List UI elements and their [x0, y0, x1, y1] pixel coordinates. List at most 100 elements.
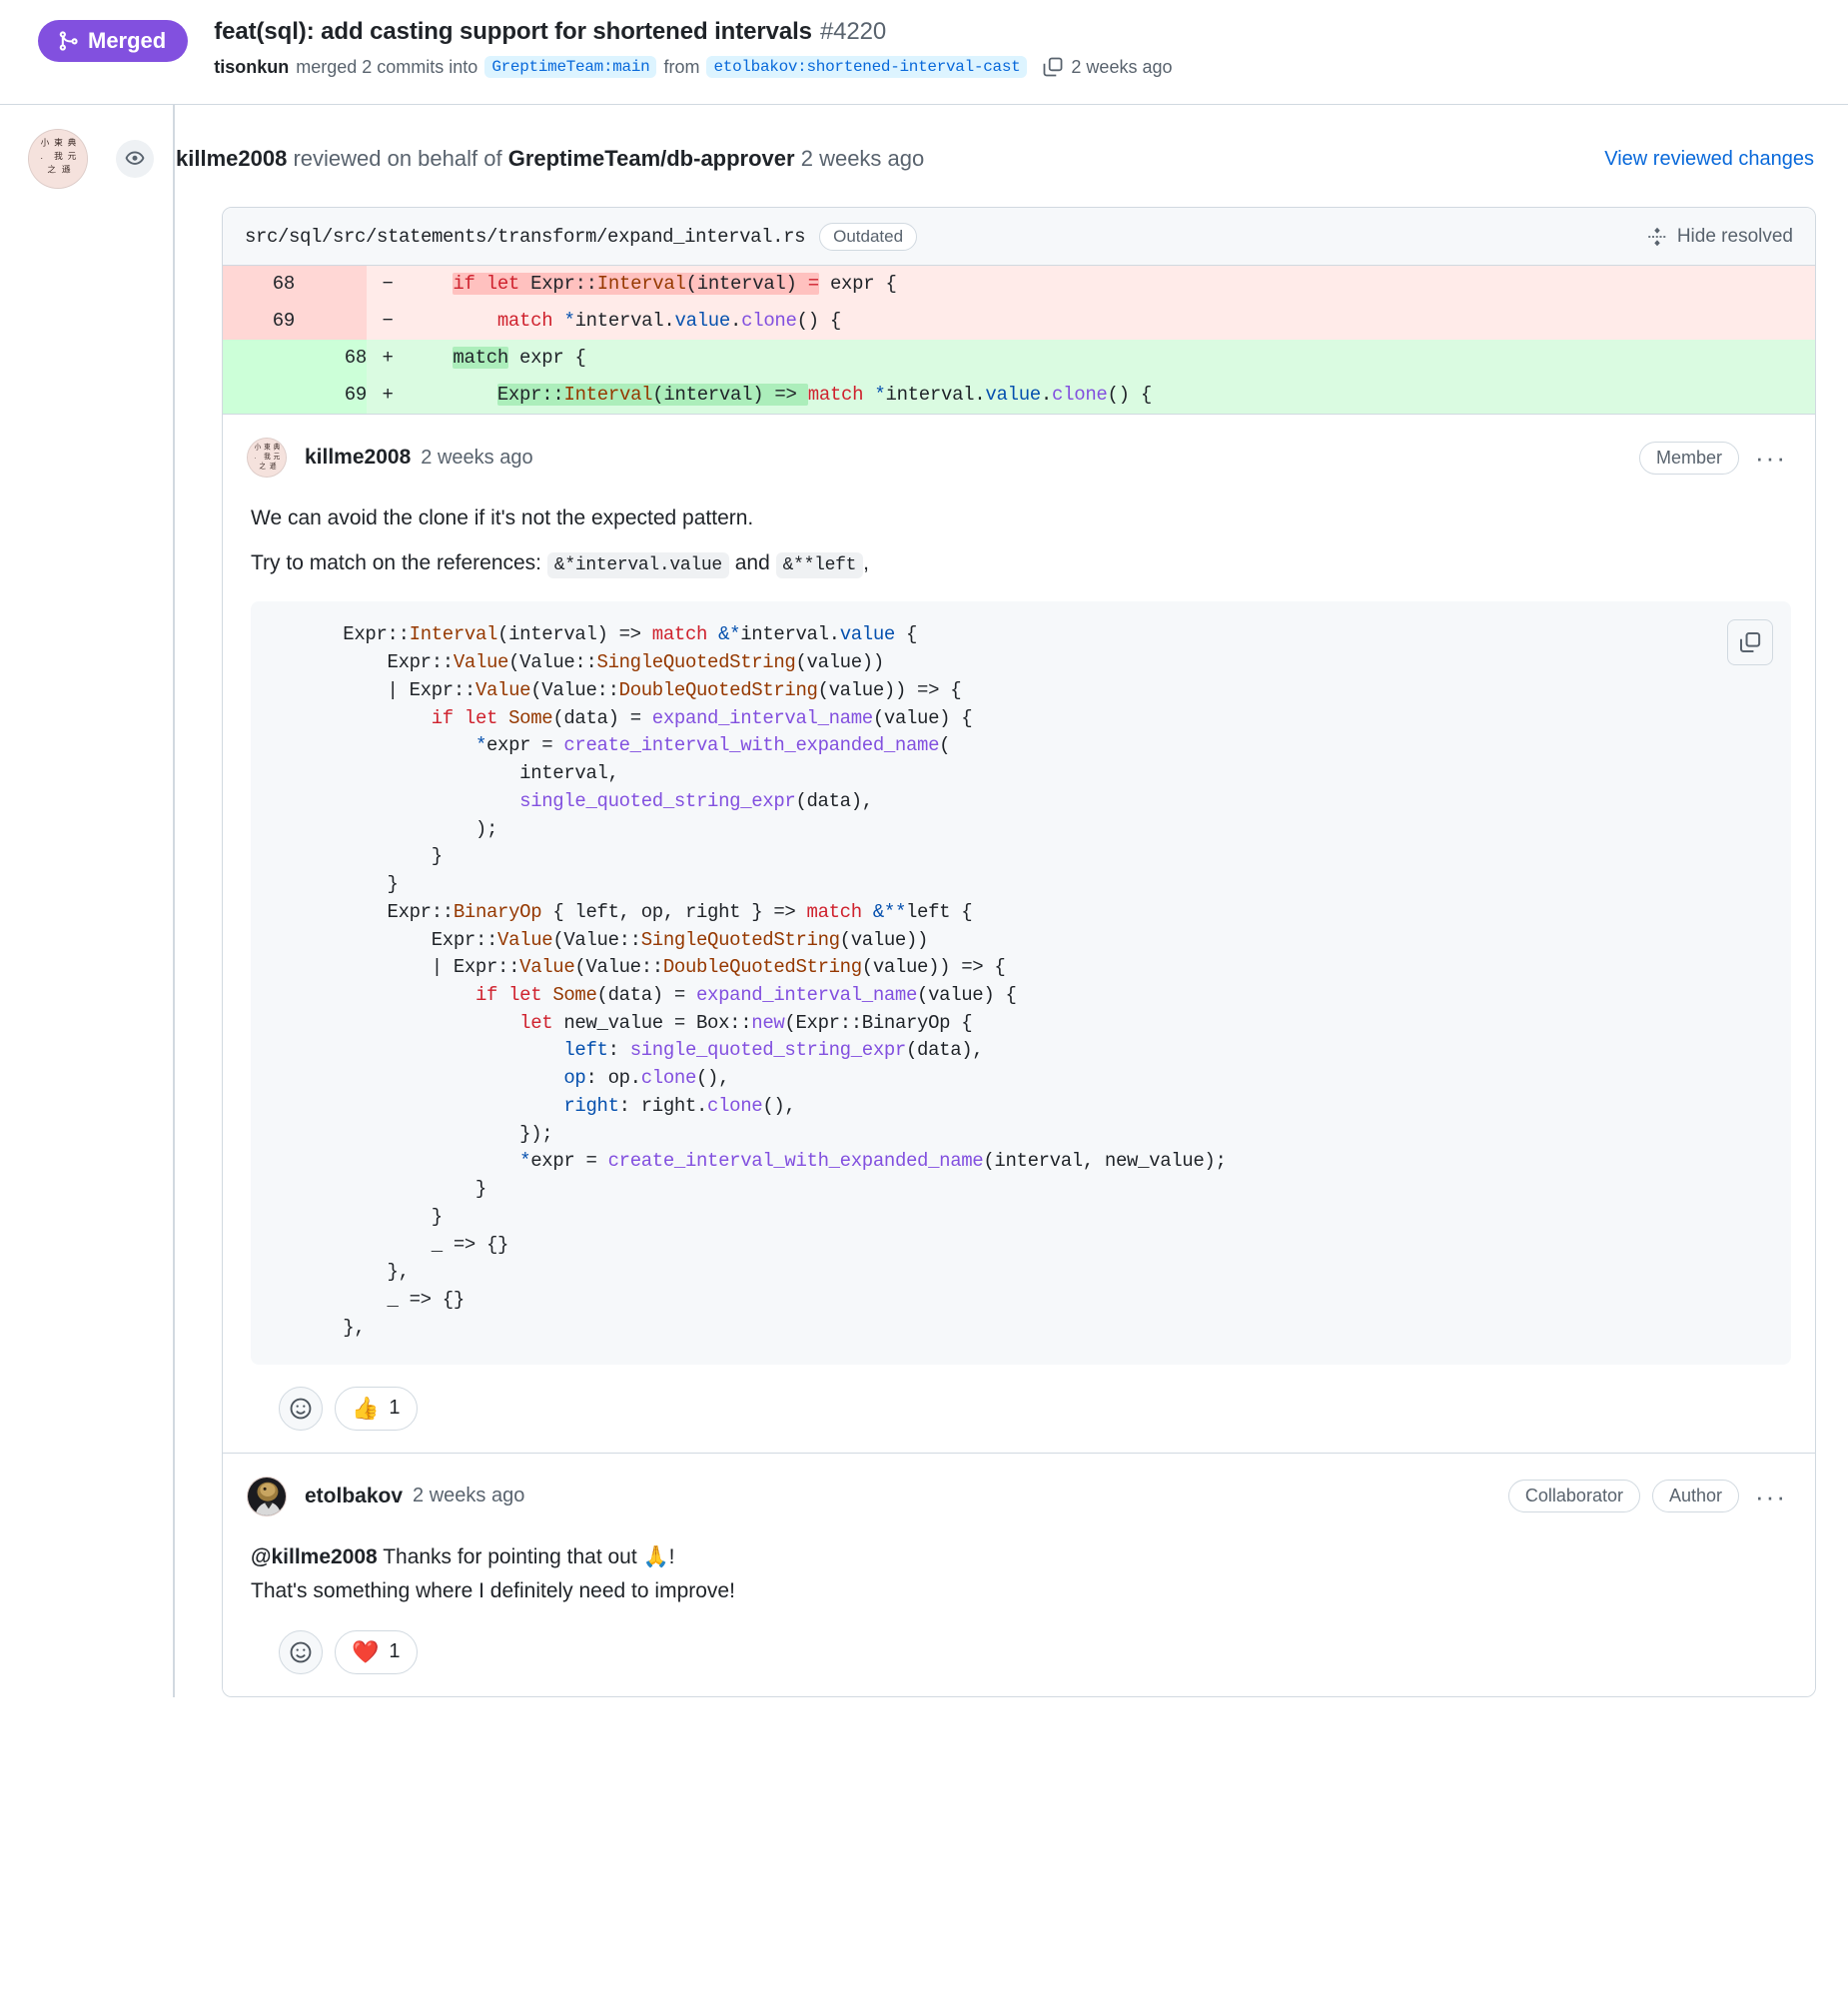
- diff-new-lineno: [295, 303, 367, 340]
- svg-text:典: 典: [274, 442, 281, 451]
- pr-header: Merged feat(sql): add casting support fo…: [0, 0, 1848, 105]
- reaction-thumbsup[interactable]: 👍 1: [335, 1387, 418, 1431]
- copy-code-button[interactable]: [1727, 619, 1773, 665]
- review-actor[interactable]: killme2008: [176, 146, 287, 171]
- diff-new-lineno: [295, 266, 367, 303]
- merger-name[interactable]: tisonkun: [214, 57, 289, 78]
- svg-text:.: .: [41, 151, 43, 161]
- svg-text:之: 之: [259, 461, 266, 470]
- pr-title-block: feat(sql): add casting support for short…: [214, 14, 1172, 78]
- add-reaction-button[interactable]: [279, 1387, 323, 1431]
- svg-text:之: 之: [47, 164, 56, 175]
- diff-new-lineno: 68: [295, 340, 367, 377]
- diff-old-lineno: 69: [223, 303, 295, 340]
- diff-old-lineno: 68: [223, 266, 295, 303]
- from-text: from: [663, 57, 699, 78]
- copy-branch-icon[interactable]: [1042, 56, 1064, 78]
- comment-badges: Collaborator Author ···: [1508, 1480, 1791, 1512]
- status-badge-label: Merged: [88, 30, 166, 52]
- svg-text:元: 元: [68, 151, 77, 161]
- review-event-row: 小東典 . 我元 之遜 killme2008 reviewed on behalf…: [0, 105, 1848, 195]
- comment-p2-prefix: Try to match on the references:: [251, 551, 541, 574]
- comment-paragraph-1: We can avoid the clone if it's not the e…: [251, 502, 1791, 535]
- view-reviewed-changes-link[interactable]: View reviewed changes: [1604, 148, 1814, 171]
- diff-row-deleted-69: 69 − match *interval.value.clone() {: [223, 303, 1815, 340]
- svg-text:小: 小: [255, 442, 262, 451]
- comment-body: @killme2008 Thanks for pointing that out…: [223, 1519, 1815, 1696]
- comment-timestamp: 2 weeks ago: [421, 447, 532, 470]
- comment-paragraph-2: That's something where I definitely need…: [251, 1575, 1791, 1608]
- review-thread-card: src/sql/src/statements/transform/expand_…: [222, 207, 1816, 1697]
- reaction-count: 1: [389, 1640, 400, 1663]
- merged-text: merged 2 commits into: [296, 57, 477, 78]
- diff-sign: −: [367, 266, 409, 303]
- code-block-content: Expr::Interval(interval) => match &*inte…: [277, 621, 1765, 1342]
- comment-timestamp: 2 weeks ago: [413, 1485, 524, 1507]
- comment-header: etolbakov 2 weeks ago Collaborator Autho…: [223, 1454, 1815, 1519]
- role-badge-collaborator: Collaborator: [1508, 1480, 1640, 1512]
- avatar-killme2008[interactable]: 小東典 . 我元 之遜: [28, 129, 88, 189]
- merge-time: 2 weeks ago: [1071, 57, 1172, 78]
- diff-code-line: Expr::Interval(interval) => match *inter…: [409, 377, 1815, 414]
- role-badge-member: Member: [1639, 442, 1739, 475]
- diff-code-line: if let Expr::Interval(interval) = expr {: [409, 266, 1815, 303]
- diff-sign: +: [367, 340, 409, 377]
- head-branch-chip[interactable]: etolbakov:shortened-interval-cast: [706, 56, 1027, 78]
- code-block-suggestion: Expr::Interval(interval) => match &*inte…: [251, 601, 1791, 1364]
- diff-file-header: src/sql/src/statements/transform/expand_…: [223, 208, 1815, 266]
- diff-sign: −: [367, 303, 409, 340]
- mention-link[interactable]: @killme2008: [251, 1545, 378, 1568]
- role-badge-author: Author: [1652, 1480, 1739, 1512]
- diff-new-lineno: 69: [295, 377, 367, 414]
- page-title: feat(sql): add casting support for short…: [214, 16, 1172, 47]
- pr-title-text: feat(sql): add casting support for short…: [214, 18, 812, 45]
- comment-etolbakov: etolbakov 2 weeks ago Collaborator Autho…: [223, 1453, 1815, 1696]
- svg-text:東: 東: [264, 442, 271, 451]
- add-reaction-button[interactable]: [279, 1630, 323, 1674]
- smiley-icon: [289, 1640, 313, 1664]
- diff-code-line: match expr {: [409, 340, 1815, 377]
- comment-badges: Member ···: [1639, 442, 1791, 475]
- comment-header: 小東典 .我元 之遜 killme2008 2 weeks ago Member…: [223, 415, 1815, 481]
- svg-text:東: 東: [54, 136, 63, 147]
- fold-icon: [1647, 227, 1667, 247]
- comment-p2-and: and: [735, 551, 770, 574]
- svg-text:我: 我: [54, 151, 63, 161]
- diff-row-added-69: 69 + Expr::Interval(interval) => match *…: [223, 377, 1815, 414]
- avatar-image: [248, 1478, 286, 1515]
- svg-text:遜: 遜: [62, 165, 71, 175]
- thumbsup-icon: 👍: [352, 1398, 379, 1420]
- timeline: 小東典 .我元 之遜 killme2008 reviewed on behalf…: [0, 105, 1848, 1697]
- base-branch-chip[interactable]: GreptimeTeam:main: [484, 56, 656, 78]
- diff-table: 68 − if let Expr::Interval(interval) = e…: [223, 266, 1815, 414]
- reactions-bar: 👍 1: [251, 1365, 1791, 1453]
- svg-text:小: 小: [41, 137, 50, 147]
- svg-text:典: 典: [68, 136, 77, 147]
- review-event-text: killme2008 reviewed on behalf of Greptim…: [176, 146, 924, 172]
- comment-paragraph-2: Try to match on the references: &*interv…: [251, 547, 1791, 580]
- comment-body: We can avoid the clone if it's not the e…: [223, 481, 1815, 1453]
- diff-row-deleted-68: 68 − if let Expr::Interval(interval) = e…: [223, 266, 1815, 303]
- merge-icon: [57, 30, 79, 52]
- hide-resolved-button[interactable]: Hide resolved: [1647, 226, 1793, 248]
- diff-file-path[interactable]: src/sql/src/statements/transform/expand_…: [245, 226, 805, 248]
- avatar-image: 小東典 .我元 之遜: [248, 439, 286, 477]
- comment-paragraph-1: @killme2008 Thanks for pointing that out…: [251, 1541, 1791, 1574]
- reaction-heart[interactable]: ❤️ 1: [335, 1630, 418, 1674]
- reaction-count: 1: [389, 1397, 400, 1420]
- timeline-rail: [173, 105, 175, 1697]
- comment-author[interactable]: killme2008: [305, 446, 411, 470]
- review-team[interactable]: GreptimeTeam/db-approver: [508, 146, 795, 171]
- comment-menu-button[interactable]: ···: [1751, 1484, 1791, 1509]
- avatar-killme2008[interactable]: 小東典 .我元 之遜: [247, 438, 287, 478]
- comment-killme2008: 小東典 .我元 之遜 killme2008 2 weeks ago Member…: [223, 414, 1815, 1453]
- avatar-etolbakov[interactable]: [247, 1477, 287, 1516]
- reactions-bar: ❤️ 1: [251, 1608, 1791, 1696]
- comment-author[interactable]: etolbakov: [305, 1485, 403, 1508]
- inline-code-left: &**left: [776, 552, 864, 578]
- svg-text:元: 元: [274, 453, 281, 461]
- diff-old-lineno: [223, 340, 295, 377]
- diff-sign: +: [367, 377, 409, 414]
- comment-menu-button[interactable]: ···: [1751, 445, 1791, 471]
- avatar-image: 小東典 . 我元 之遜: [29, 130, 87, 188]
